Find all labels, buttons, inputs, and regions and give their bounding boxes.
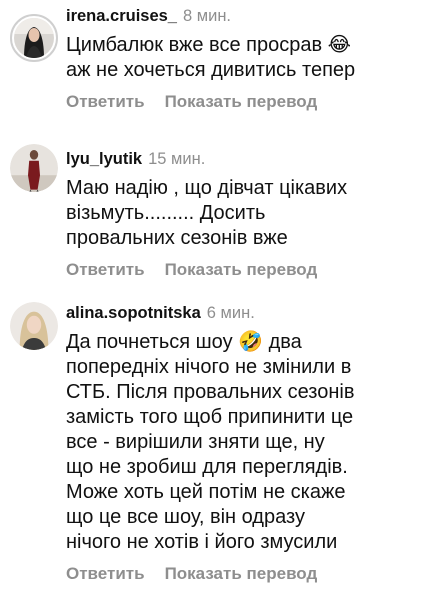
comment-line: провальних сезонів вже xyxy=(66,227,288,249)
timestamp: 6 мин. xyxy=(206,304,255,322)
avatar[interactable] xyxy=(10,144,58,192)
comment-actions: Ответить Показать перевод xyxy=(66,91,416,113)
comment-actions: Ответить Показать перевод xyxy=(66,563,416,585)
timestamp: 8 мин. xyxy=(183,7,232,25)
comment-actions: Ответить Показать перевод xyxy=(66,259,416,281)
comment-line: аж не хочеться дивитись тепер xyxy=(66,59,356,81)
comment-text: Маю надію , що дівчат цікавих візьмуть..… xyxy=(66,176,416,251)
comment-line: Може хоть цей потім не скаже xyxy=(66,481,346,503)
comment-line: Да почнеться шоу 🤣 два xyxy=(66,331,302,353)
comment-line: замість того щоб припинити це xyxy=(66,406,354,428)
timestamp: 15 мин. xyxy=(148,150,206,168)
comment-line: все - вирішили зняти ще, ну xyxy=(66,431,325,453)
comment-item: lyu_lyutik 15 мин. Маю надію , що дівчат … xyxy=(0,140,424,290)
username[interactable]: lyu_lyutik xyxy=(66,150,142,168)
translate-button[interactable]: Показать перевод xyxy=(165,260,318,279)
comment-line: Цимбалюк вже все просрав 😂 xyxy=(66,34,351,56)
username[interactable]: alina.sopotnitska xyxy=(66,304,201,322)
profile-photo-icon xyxy=(14,18,54,58)
comment-text: Да почнеться шоу 🤣 два попередніх нічого… xyxy=(66,330,416,555)
comment-line: попередніх нічого не змінили в xyxy=(66,356,352,378)
comment-line: Маю надію , що дівчат цікавих xyxy=(66,177,348,199)
comment-line: візьмуть......... Досить xyxy=(66,202,266,224)
comment-line: нічого не хотів і його змусили xyxy=(66,531,338,553)
translate-button[interactable]: Показать перевод xyxy=(165,564,318,583)
avatar[interactable] xyxy=(10,14,58,62)
comment-meta: alina.sopotnitska 6 мин. xyxy=(66,302,416,324)
comment-line: що не зробиш для переглядів. xyxy=(66,456,348,478)
reply-button[interactable]: Ответить xyxy=(66,260,145,279)
avatar[interactable] xyxy=(10,302,58,350)
comment-meta: lyu_lyutik 15 мин. xyxy=(66,148,416,170)
comment-line: СТБ. Після провальних сезонів xyxy=(66,381,355,403)
comment-item: irena.cruises_ 8 мин. Цимбалюк вже все пр… xyxy=(0,0,424,135)
reply-button[interactable]: Ответить xyxy=(66,92,145,111)
comment-item: alina.sopotnitska 6 мин. Да почнеться шоу… xyxy=(0,294,424,600)
username[interactable]: irena.cruises_ xyxy=(66,7,177,25)
comment-text: Цимбалюк вже все просрав 😂 аж не хочетьс… xyxy=(66,33,416,83)
reply-button[interactable]: Ответить xyxy=(66,564,145,583)
translate-button[interactable]: Показать перевод xyxy=(165,92,318,111)
comment-meta: irena.cruises_ 8 мин. xyxy=(66,5,416,27)
profile-photo-icon xyxy=(10,302,58,350)
comment-line: що це все шоу, він одразу xyxy=(66,506,305,528)
profile-photo-icon xyxy=(10,144,58,192)
